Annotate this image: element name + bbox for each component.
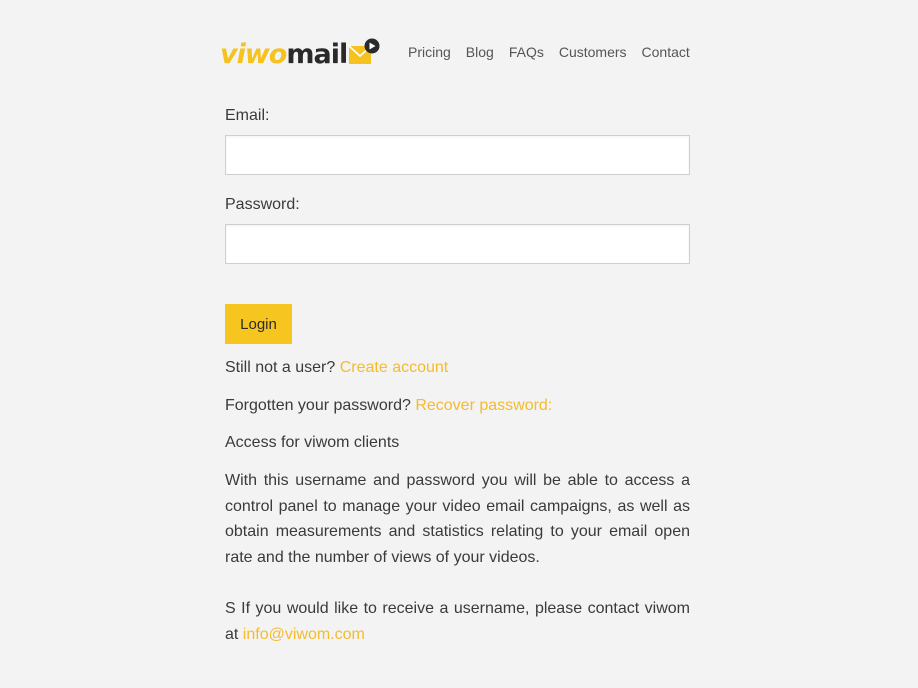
create-account-link[interactable]: Create account: [340, 359, 449, 376]
recover-text: Forgotten your password?: [225, 397, 411, 414]
viwomail-logo[interactable]: viwomail: [220, 34, 382, 74]
contact-paragraph: S If you would like to receive a usernam…: [225, 596, 690, 647]
nav-contact-link[interactable]: Contact: [642, 44, 690, 60]
logo-viwo-text: viwo: [220, 38, 287, 70]
nav-faqs-link[interactable]: FAQs: [509, 44, 544, 60]
site-header: viwomail Pricing Blog FAQs Customers Con…: [220, 34, 690, 74]
nav-customers-link[interactable]: Customers: [559, 44, 627, 60]
logo-wordmark: viwomail: [220, 38, 348, 70]
access-description: With this username and password you will…: [225, 472, 690, 566]
main-nav: Pricing Blog FAQs Customers Contact: [408, 44, 705, 60]
recover-password-link[interactable]: Recover password:: [415, 397, 552, 414]
logo-mail-text: mail: [286, 38, 348, 70]
signup-prompt: Still not a user? Create account: [225, 359, 690, 377]
login-button[interactable]: Login: [225, 304, 292, 344]
nav-blog-link[interactable]: Blog: [466, 44, 494, 60]
email-label: Email:: [225, 107, 270, 124]
password-field[interactable]: [225, 224, 690, 264]
nav-pricing-link[interactable]: Pricing: [408, 44, 451, 60]
contact-email-link[interactable]: info@viwom.com: [243, 626, 365, 643]
clients-heading: Access for viwom clients: [225, 434, 400, 451]
password-label: Password:: [225, 196, 300, 213]
recover-prompt: Forgotten your password? Recover passwor…: [225, 397, 690, 415]
email-field[interactable]: [225, 135, 690, 175]
envelope-play-icon: [348, 38, 380, 64]
signup-text: Still not a user?: [225, 359, 336, 376]
